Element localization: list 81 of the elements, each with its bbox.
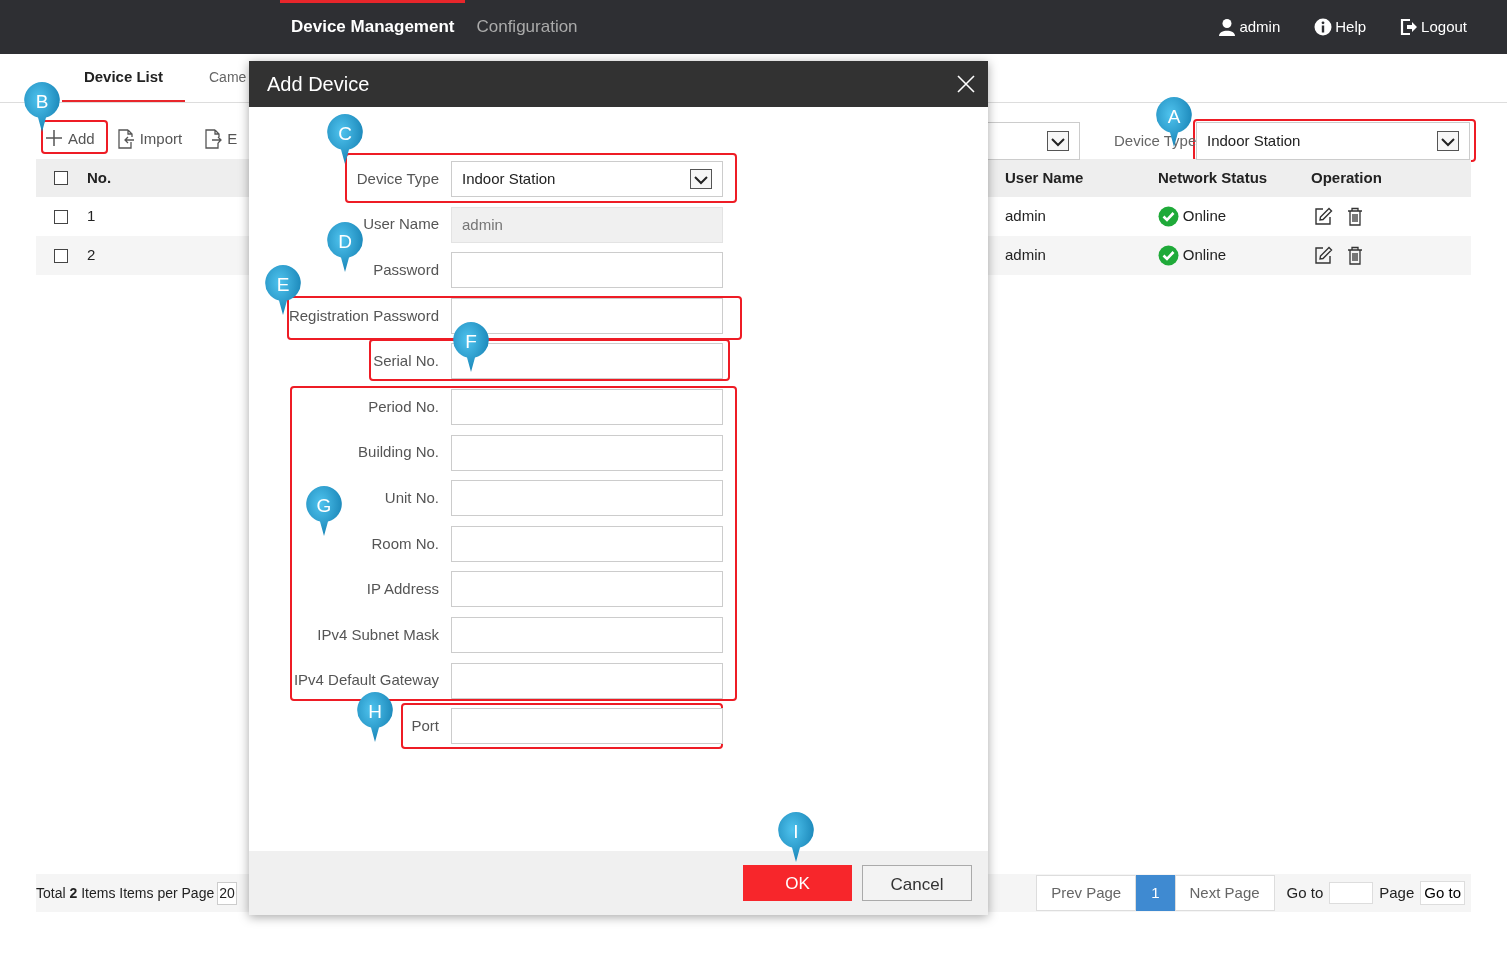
select-value: Indoor Station	[1207, 130, 1301, 151]
prev-page-button[interactable]: Prev Page	[1036, 875, 1137, 911]
page-input[interactable]	[1329, 882, 1374, 904]
input-field[interactable]	[451, 525, 723, 562]
field-label: Room No.	[371, 534, 439, 552]
annotation-pin: H	[356, 691, 394, 743]
input-field[interactable]	[451, 434, 723, 471]
tab[interactable]: Came	[209, 54, 247, 102]
field-label: Unit No.	[384, 488, 439, 506]
column-header: Operation	[1311, 168, 1382, 186]
annotation-pin: B	[23, 81, 61, 133]
table-cell: admin	[1005, 246, 1046, 264]
annotation-pin: F	[452, 321, 490, 373]
field-label: User Name	[363, 215, 439, 233]
annotation-pin: D	[326, 221, 364, 273]
go-to-button[interactable]: Go to	[1420, 880, 1465, 906]
field-label: Serial No.	[373, 352, 439, 370]
annotation-pin: C	[326, 113, 364, 165]
info-icon	[1314, 17, 1333, 37]
import-icon	[116, 129, 135, 149]
edit-icon[interactable]	[1314, 207, 1333, 226]
page-label: Page	[1379, 882, 1415, 903]
pagination-summary: Total 2 Items Items per Page	[36, 883, 215, 903]
nav-tab[interactable]: Device Management	[280, 0, 466, 54]
export-icon	[204, 129, 223, 149]
field-label: IPv4 Subnet Mask	[317, 625, 439, 643]
column-header: No.	[87, 168, 112, 186]
status-text: Online	[1182, 206, 1227, 227]
field-label: Device Type	[356, 169, 439, 187]
input-field[interactable]	[451, 662, 723, 699]
edit-icon[interactable]	[1314, 246, 1333, 265]
select-value: Indoor Station	[462, 168, 556, 189]
goto-label: Go to	[1286, 882, 1324, 903]
column-header: User Name	[1005, 168, 1084, 186]
dialog-title: Add Device	[267, 72, 370, 97]
per-page-select[interactable]: 20	[217, 881, 237, 905]
checkbox[interactable]	[54, 171, 68, 185]
field-label: IPv4 Default Gateway	[293, 671, 439, 689]
annotation-pin: I	[777, 811, 815, 863]
field-label: Period No.	[368, 397, 439, 415]
table-cell: admin	[1005, 207, 1046, 225]
input-field[interactable]	[451, 708, 723, 745]
cancel-button[interactable]: Cancel	[862, 865, 972, 901]
field-label: Password	[373, 260, 439, 278]
input-field[interactable]	[451, 571, 723, 608]
checkbox[interactable]	[54, 248, 68, 263]
top-link[interactable]: Logout	[1400, 15, 1467, 39]
tab[interactable]: Device List	[62, 54, 185, 102]
top-link[interactable]: admin	[1218, 15, 1281, 39]
input-field[interactable]	[451, 297, 723, 334]
field-label: Port	[411, 716, 439, 734]
toolbar-button[interactable]: E	[204, 127, 238, 151]
checkbox[interactable]	[54, 209, 68, 224]
caret-icon[interactable]	[690, 169, 712, 189]
close-icon[interactable]	[956, 74, 976, 94]
next-page-button[interactable]: Next Page	[1174, 875, 1275, 911]
annotation-pin: G	[305, 485, 343, 537]
table-cell: 1	[87, 207, 96, 225]
input-field[interactable]	[451, 616, 723, 653]
caret-icon[interactable]	[1047, 131, 1069, 151]
trash-icon[interactable]	[1347, 246, 1363, 265]
column-header: Network Status	[1158, 168, 1268, 186]
user-icon	[1218, 17, 1237, 37]
table-cell: 2	[87, 246, 96, 264]
input-field[interactable]	[451, 252, 723, 289]
field-label: Building No.	[358, 443, 439, 461]
nav-tab[interactable]: Configuration	[465, 0, 589, 54]
status-text: Online	[1182, 245, 1227, 266]
device-type-select[interactable]: Indoor Station	[451, 161, 723, 197]
logout-icon	[1400, 17, 1419, 37]
ok-button[interactable]: OK	[743, 865, 852, 901]
plus-icon	[45, 129, 63, 149]
toolbar-button[interactable]: Import	[116, 127, 183, 151]
input-field[interactable]	[451, 388, 723, 425]
trash-icon[interactable]	[1347, 207, 1363, 226]
top-link[interactable]: Help	[1314, 15, 1367, 39]
device-type-select[interactable]: Indoor Station	[1196, 122, 1470, 160]
caret-icon[interactable]	[1437, 131, 1459, 151]
page-button[interactable]: 1	[1136, 875, 1175, 911]
field-label: IP Address	[366, 580, 439, 598]
input-field[interactable]	[451, 480, 723, 517]
